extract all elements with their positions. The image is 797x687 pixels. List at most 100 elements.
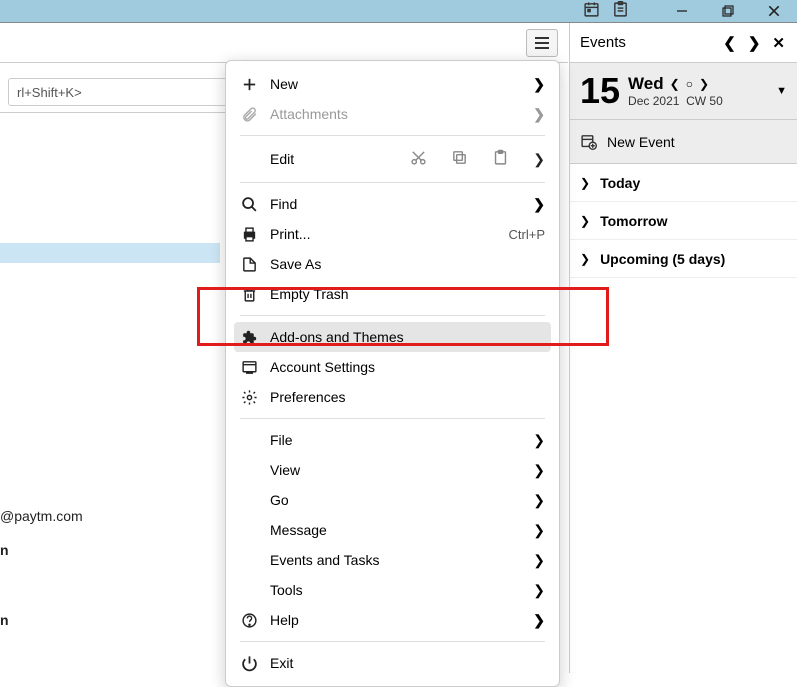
close-panel-icon[interactable]: ✕ — [770, 32, 787, 54]
mini-today-icon[interactable]: ○ — [686, 77, 693, 91]
menu-saveas[interactable]: Save As — [226, 249, 559, 279]
chevron-right-icon: ❯ — [533, 106, 545, 123]
menu-addons-label: Add-ons and Themes — [270, 329, 545, 345]
menu-help-label: Help — [270, 612, 521, 628]
mini-prev-icon[interactable]: ❮ — [670, 77, 680, 91]
date-number: 15 — [580, 70, 620, 112]
chevron-right-icon: ❯ — [533, 582, 545, 599]
cut-icon[interactable] — [410, 149, 427, 169]
date-header: 15 Wed ❮ ○ ❯ Dec 2021 CW 50 ▼ — [570, 63, 797, 120]
tomorrow-label: Tomorrow — [600, 213, 667, 229]
menu-exit[interactable]: Exit — [226, 648, 559, 678]
today-section[interactable]: ❯ Today — [570, 164, 797, 202]
menu-go-label: Go — [270, 492, 533, 508]
save-icon — [240, 256, 258, 273]
menu-find[interactable]: Find ❯ — [226, 189, 559, 219]
divider — [240, 315, 545, 316]
paperclip-icon — [240, 106, 258, 123]
menu-tools-label: Tools — [270, 582, 533, 598]
paste-icon[interactable] — [492, 149, 509, 169]
menu-tools[interactable]: Tools ❯ — [226, 575, 559, 605]
menu-print-shortcut: Ctrl+P — [509, 227, 545, 242]
partial-letter-2: n — [0, 612, 9, 628]
menu-go[interactable]: Go ❯ — [226, 485, 559, 515]
mini-next-icon[interactable]: ❯ — [699, 77, 709, 91]
chevron-right-icon: ❯ — [533, 432, 545, 449]
upcoming-label: Upcoming (5 days) — [600, 251, 725, 267]
new-event-label: New Event — [607, 134, 675, 150]
selection-highlight — [0, 243, 220, 263]
tomorrow-section[interactable]: ❯ Tomorrow — [570, 202, 797, 240]
menu-account-label: Account Settings — [270, 359, 545, 375]
new-event-button[interactable]: New Event — [570, 120, 797, 164]
prev-icon[interactable]: ❮ — [721, 32, 738, 54]
day-name: Wed — [628, 74, 664, 94]
chevron-right-icon: ❯ — [533, 552, 545, 569]
menu-file[interactable]: File ❯ — [226, 425, 559, 455]
menu-print-label: Print... — [270, 226, 497, 242]
app-menu-button[interactable] — [526, 29, 558, 57]
next-icon[interactable]: ❯ — [746, 32, 763, 54]
chevron-right-icon: ❯ — [580, 214, 590, 228]
menu-attachments: Attachments ❯ — [226, 99, 559, 129]
menu-et-label: Events and Tasks — [270, 552, 533, 568]
divider — [240, 641, 545, 642]
power-icon — [240, 655, 258, 672]
mini-nav: ❮ ○ ❯ — [670, 77, 709, 91]
chevron-right-icon: ❯ — [533, 196, 545, 213]
calendar-icon[interactable] — [583, 1, 600, 21]
plus-icon — [240, 76, 258, 93]
print-icon — [240, 226, 258, 243]
menu-message[interactable]: Message ❯ — [226, 515, 559, 545]
menu-edit-row: Edit ❯ — [226, 142, 559, 176]
maximize-button[interactable] — [705, 0, 751, 23]
copy-icon[interactable] — [451, 149, 468, 169]
menu-events-tasks[interactable]: Events and Tasks ❯ — [226, 545, 559, 575]
partial-letter-1: n — [0, 542, 9, 558]
upcoming-section[interactable]: ❯ Upcoming (5 days) — [570, 240, 797, 278]
menu-file-label: File — [270, 432, 533, 448]
calendar-week: CW 50 — [686, 94, 723, 108]
menu-pref-label: Preferences — [270, 389, 545, 405]
expand-icon[interactable]: ▼ — [776, 85, 787, 97]
menu-view-label: View — [270, 462, 533, 478]
chevron-right-icon[interactable]: ❯ — [533, 151, 545, 168]
puzzle-icon — [240, 329, 258, 346]
account-icon — [240, 359, 258, 376]
menu-addons[interactable]: Add-ons and Themes — [234, 322, 551, 352]
events-nav: ❮ ❯ ✕ — [721, 32, 787, 54]
window-titlebar — [0, 0, 797, 23]
menu-view[interactable]: View ❯ — [226, 455, 559, 485]
divider — [240, 182, 545, 183]
menu-help[interactable]: Help ❯ — [226, 605, 559, 635]
menu-print[interactable]: Print... Ctrl+P — [226, 219, 559, 249]
menu-message-label: Message — [270, 522, 533, 538]
events-panel: Events ❮ ❯ ✕ 15 Wed ❮ ○ ❯ Dec 2021 CW 50… — [569, 23, 797, 673]
tasks-icon[interactable] — [612, 1, 629, 21]
divider — [240, 135, 545, 136]
date-subline: Dec 2021 CW 50 — [628, 94, 768, 108]
help-icon — [240, 612, 258, 629]
chevron-right-icon: ❯ — [533, 612, 545, 629]
chevron-right-icon: ❯ — [533, 492, 545, 509]
minimize-button[interactable] — [659, 0, 705, 23]
search-icon — [240, 196, 258, 213]
menu-new[interactable]: New ❯ — [226, 69, 559, 99]
date-info: Wed ❮ ○ ❯ Dec 2021 CW 50 — [628, 74, 768, 108]
today-label: Today — [600, 175, 640, 191]
gear-icon — [240, 389, 258, 406]
menu-find-label: Find — [270, 196, 521, 212]
menu-edit-label: Edit — [270, 151, 294, 167]
menu-attachments-label: Attachments — [270, 106, 521, 122]
trash-icon — [240, 286, 258, 303]
partial-email: @paytm.com — [0, 508, 83, 524]
menu-empty-trash[interactable]: Empty Trash — [226, 279, 559, 309]
titlebar-icons — [583, 1, 629, 21]
toolbar — [0, 23, 568, 63]
menu-account[interactable]: Account Settings — [226, 352, 559, 382]
close-button[interactable] — [751, 0, 797, 23]
divider — [240, 418, 545, 419]
menu-new-label: New — [270, 76, 521, 92]
menu-preferences[interactable]: Preferences — [226, 382, 559, 412]
window-controls — [659, 0, 797, 23]
